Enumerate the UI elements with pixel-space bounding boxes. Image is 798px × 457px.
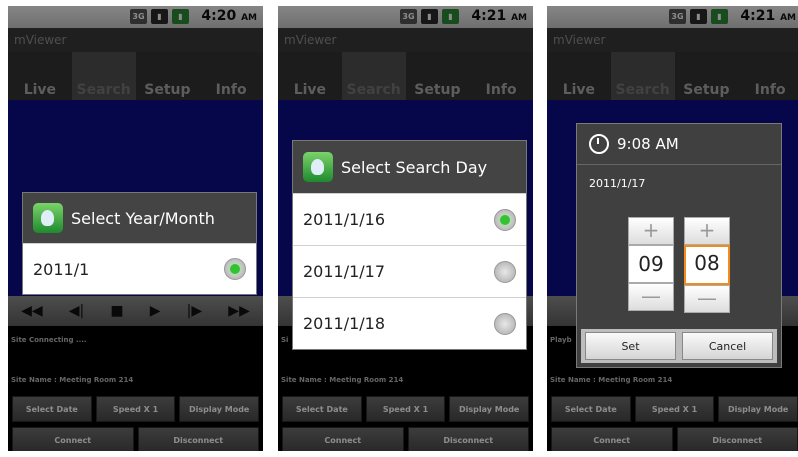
dialog-title: Select Year/Month xyxy=(71,208,215,228)
hour-decrement-button[interactable]: — xyxy=(628,283,674,311)
app-icon xyxy=(303,152,333,182)
time-picker-date: 2011/1/17 xyxy=(589,177,646,190)
list-item[interactable]: 2011/1/17 xyxy=(293,245,526,297)
minute-spinner: + 08 — xyxy=(684,217,730,313)
search-day-dialog: Select Search Day 2011/1/16 2011/1/17 20… xyxy=(292,140,527,350)
minute-decrement-button[interactable]: — xyxy=(684,285,730,313)
hour-increment-button[interactable]: + xyxy=(628,217,674,245)
minute-increment-button[interactable]: + xyxy=(684,217,730,245)
time-picker-title: 9:08 AM xyxy=(617,135,679,153)
dialog-button-bar: Set Cancel xyxy=(581,329,777,363)
app-icon xyxy=(33,203,63,233)
time-picker-dialog: 9:08 AM 2011/1/17 + 09 — + 08 — Set Canc… xyxy=(576,123,782,368)
phone-screen-2: 3G ▮ ▮ 4:21 AM mViewer Live Search Setup… xyxy=(278,6,533,451)
minute-field[interactable]: 08 xyxy=(684,245,730,285)
list-item[interactable]: 2011/1/16 xyxy=(293,193,526,245)
clock-icon xyxy=(589,134,609,154)
list-item[interactable]: 2011/1/18 xyxy=(293,297,526,349)
option-label: 2011/1/18 xyxy=(303,314,386,333)
radio-selected-icon[interactable] xyxy=(494,208,516,231)
radio-selected-icon[interactable] xyxy=(224,258,246,280)
hour-spinner: + 09 — xyxy=(628,217,674,311)
option-label: 2011/1/16 xyxy=(303,210,386,229)
set-button[interactable]: Set xyxy=(585,332,676,360)
hour-field[interactable]: 09 xyxy=(628,245,674,283)
list-item[interactable]: 2011/1 xyxy=(23,243,256,294)
phone-screen-1: 3G ▮ ▮ 4:20 AM mViewer Live Search Setup… xyxy=(8,6,263,451)
radio-unselected-icon[interactable] xyxy=(494,260,516,283)
dialog-title: Select Search Day xyxy=(341,157,488,177)
option-label: 2011/1 xyxy=(33,259,90,279)
cancel-button[interactable]: Cancel xyxy=(682,332,773,360)
option-label: 2011/1/17 xyxy=(303,262,386,281)
radio-unselected-icon[interactable] xyxy=(494,312,516,335)
phone-screen-3: 3G ▮ ▮ 4:21 AM mViewer Live Search Setup… xyxy=(547,6,798,451)
year-month-dialog: Select Year/Month 2011/1 xyxy=(22,192,257,295)
